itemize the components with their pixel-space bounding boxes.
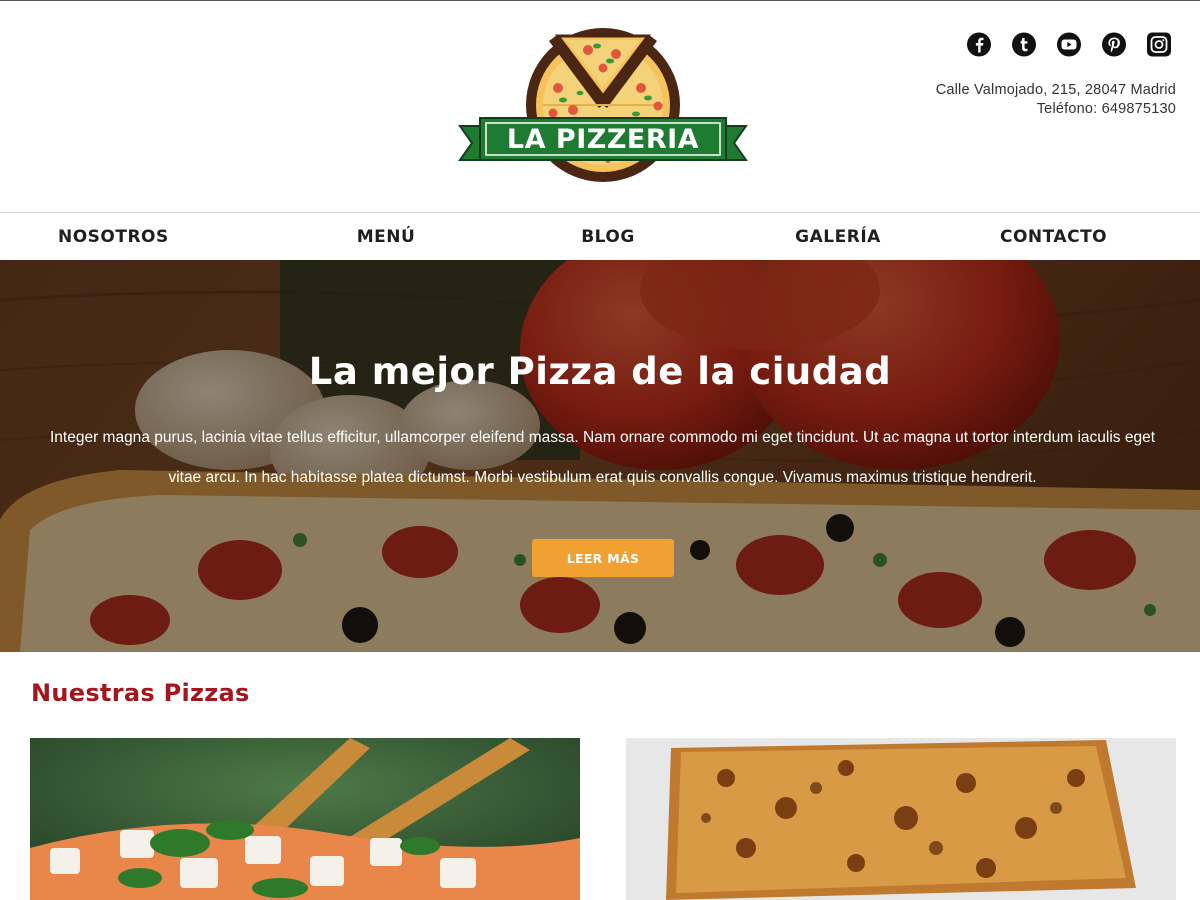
nav-label: CONTACTO	[1000, 226, 1108, 247]
main-nav: NOSOTROS MENÚ BLOG GALERÍA CONTACTO	[0, 212, 1200, 260]
pizza-card-image[interactable]	[30, 738, 580, 900]
nav-label: NOSOTROS	[58, 226, 169, 247]
nav-item-blog[interactable]: BLOG	[486, 213, 708, 260]
site-logo[interactable]: LA PIZZERIA	[458, 28, 748, 188]
pizza-card-image[interactable]	[626, 738, 1176, 900]
nav-label: GALERÍA	[795, 226, 881, 247]
hero-banner: La mejor Pizza de la ciudad Integer magn…	[0, 260, 1200, 652]
nav-label: MENÚ	[356, 226, 416, 247]
read-more-label: LEER MÁS	[566, 550, 640, 566]
tumblr-icon[interactable]	[1007, 32, 1041, 57]
nav-item-nosotros[interactable]: NOSOTROS	[0, 213, 258, 260]
facebook-icon[interactable]	[962, 32, 996, 57]
youtube-icon[interactable]	[1052, 32, 1086, 57]
address-text: Calle Valmojado, 215, 28047 Madrid	[935, 82, 1176, 98]
nav-item-galeria[interactable]: GALERÍA	[708, 213, 938, 260]
read-more-button[interactable]: LEER MÁS	[532, 539, 674, 577]
pinterest-icon[interactable]	[1097, 32, 1131, 57]
social-links	[962, 32, 1176, 57]
site-header: LA PIZZERIA Calle Valmojado, 215, 28047 …	[0, 1, 1200, 212]
section-title: Nuestras Pizzas	[31, 679, 250, 707]
hero-title: La mejor Pizza de la ciudad	[308, 350, 892, 393]
contact-info: Calle Valmojado, 215, 28047 Madrid Teléf…	[936, 81, 1176, 119]
hero-description: Integer magna purus, lacinia vitae tellu…	[49, 429, 1156, 486]
instagram-icon[interactable]	[1142, 32, 1176, 57]
logo-text: LA PIZZERIA	[507, 124, 699, 155]
nav-item-menu[interactable]: MENÚ	[258, 213, 486, 260]
nav-label: BLOG	[581, 226, 635, 247]
phone-text: Teléfono: 649875130	[1036, 101, 1176, 117]
nav-item-contacto[interactable]: CONTACTO	[938, 213, 1200, 260]
